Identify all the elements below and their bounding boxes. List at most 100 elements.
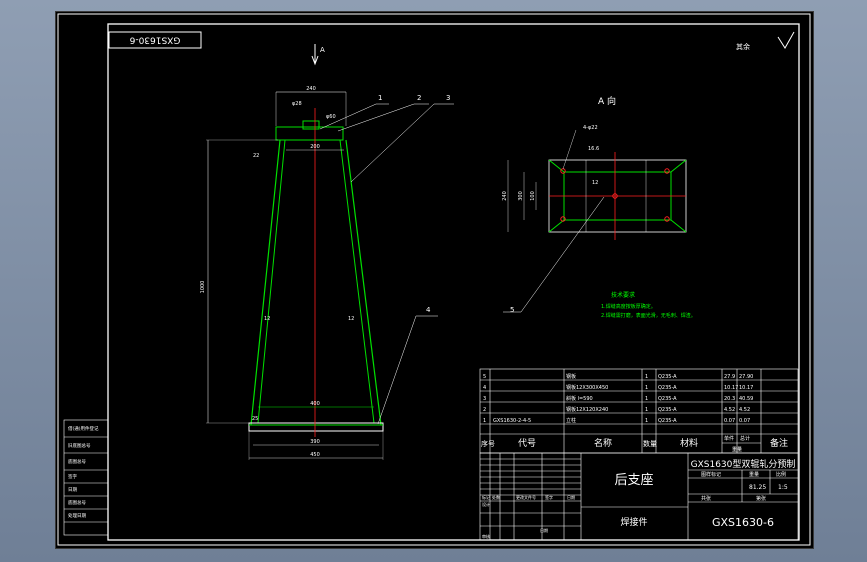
leg-outer-right <box>345 139 382 426</box>
dim-hole-dia: φ28 <box>292 101 302 107</box>
view-hole-4 <box>664 216 670 222</box>
dim-base-thk: 25 <box>252 416 258 422</box>
project-title: GXS1630型双辊轧分预制 <box>691 458 796 470</box>
view-arrow-label: A <box>320 46 325 54</box>
drawing-element <box>337 103 429 132</box>
drawing-element: 3 <box>483 396 486 402</box>
tech-notes-title: 技术要求 <box>611 291 635 299</box>
drawing-element <box>503 196 605 313</box>
drawing-element: 立柱 <box>566 417 576 424</box>
leader-2: 2 <box>417 94 421 102</box>
drawing-element: 签字 <box>68 473 77 480</box>
drawing-element: 斜板 l=590 <box>566 395 593 402</box>
view-arrow-icon <box>311 44 319 66</box>
drawing-element: 旧底图总号 <box>68 442 91 449</box>
drawing-element: 日期 <box>540 527 548 533</box>
drawing-element: 27.9 <box>724 374 735 380</box>
drawing-element: 1 <box>645 418 648 424</box>
parts-headers: 序号 代号 名称 数量 材料 单件 总计 重量 备注 <box>481 435 788 453</box>
leader-5: 5 <box>510 306 514 314</box>
drawing-element: 底图总号 <box>68 499 86 506</box>
drawing-element: 20.3 <box>724 396 735 402</box>
leg-inner-left <box>257 139 286 424</box>
view-title: A 向 <box>598 95 616 107</box>
part-type: 焊接件 <box>620 516 647 528</box>
drawing-element: 处理日期 <box>68 512 86 519</box>
dim-base-width: 450 <box>310 452 320 458</box>
dim-plate-thk: 22 <box>253 153 259 159</box>
drawing-element: 标记 <box>482 494 490 500</box>
parts-rows: 5 钢板 1 Q235-A 27.9 27.90 4 钢板12X300X450 … <box>483 373 753 424</box>
drawing-element: 1 <box>645 407 648 413</box>
dim-plate-inner: 200 <box>310 144 320 150</box>
dim-wall-right: 12 <box>348 316 354 322</box>
drawing-element: 4.52 <box>724 407 735 413</box>
leg-inner-right <box>339 139 375 424</box>
drawing-element: 钢板 <box>566 373 576 380</box>
drawing-number: GXS1630-6 <box>712 516 774 529</box>
drawing-element: 钢板12X120X240 <box>566 406 608 413</box>
weight-value: 81.25 <box>749 484 766 491</box>
drawing-element: 重量 <box>749 471 759 478</box>
drawing-element: 27.90 <box>739 374 753 380</box>
dim-wall-left: 12 <box>264 316 270 322</box>
drawing-element: 序号 <box>481 439 495 448</box>
scale-value: 1:5 <box>778 484 788 491</box>
dim-view-mid: 100 <box>530 191 536 201</box>
drawing-element: GXS1630-2-4-5 <box>493 418 531 424</box>
drawing-element: 4 <box>483 385 486 391</box>
drawing-element: 审核 <box>482 533 490 539</box>
tech-note-2: 2.焊缝需打磨，表面光滑，无毛刺、焊渣。 <box>601 312 696 319</box>
drawing-element: 数量 <box>643 439 657 448</box>
drawing-element: Q235-A <box>658 374 677 380</box>
drawing-element: Q235-A <box>658 418 677 424</box>
drawing-element <box>350 103 454 183</box>
dim-top-width: 240 <box>306 86 316 92</box>
dim-view-offset: 16.6 <box>588 146 599 152</box>
drawing-element: 单件 <box>724 435 734 442</box>
leader-1: 1 <box>378 94 382 102</box>
leader-3: 3 <box>446 94 450 102</box>
part-name: 后支座 <box>614 473 653 488</box>
cad-drawing: GXS1630-6 其余 A 240 φ28 φ60 200 22 1000 1… <box>57 13 811 546</box>
drawing-sheet: GXS1630-6 其余 A 240 φ28 φ60 200 22 1000 1… <box>55 11 814 549</box>
leg-outer-left <box>250 139 281 426</box>
drawing-element: 0.07 <box>739 418 750 424</box>
drawing-element: 1 <box>645 396 648 402</box>
drawing-element: 设计 <box>482 501 490 507</box>
view-hole-2 <box>664 168 670 174</box>
drawing-element: 4.52 <box>739 407 750 413</box>
drawing-element: 共张 <box>701 495 711 502</box>
dim-view-inner: 300 <box>518 191 524 201</box>
drawing-element: 借(通)用件登记 旧底图总号 底图总号 签字 日期 底图总号 处理日期 <box>68 425 99 519</box>
drawing-element <box>377 315 438 425</box>
drawing-element: 2 <box>483 407 486 413</box>
drawing-element: 总计 <box>740 435 750 442</box>
drawing-element: 借(通)用件登记 <box>68 425 99 432</box>
drawing-element: Q235-A <box>658 396 677 402</box>
drawing-element: 日期 <box>68 487 77 493</box>
drawing-element: 图样标记 <box>701 471 721 478</box>
drawing-element <box>562 129 577 170</box>
dim-view-small: 12 <box>592 180 598 186</box>
roughness-icon <box>777 31 795 49</box>
drawing-element: 签字 <box>545 494 553 500</box>
drawing-element: 10.17 <box>739 385 753 391</box>
roughness-text: 其余 <box>736 42 750 51</box>
drawing-element: 名称 <box>594 437 612 449</box>
dim-bottom-inner: 400 <box>310 401 320 407</box>
drawing-element: 1 <box>483 418 486 424</box>
base-plate <box>248 422 384 432</box>
drawing-element: 第张 <box>756 495 766 502</box>
drawing-element: 材料 <box>680 437 698 449</box>
drawing-element: 1 <box>645 374 648 380</box>
drawing-element: 日期 <box>567 494 575 500</box>
drawing-element: 备注 <box>770 437 788 449</box>
drawing-element: 重量 <box>732 446 742 453</box>
drawing-element: Q235-A <box>658 385 677 391</box>
dim-bottom-width: 390 <box>310 439 320 445</box>
tech-note-1: 1.焊缝高度按板厚确定。 <box>601 303 656 310</box>
drawing-element: 5 <box>483 374 486 380</box>
drawing-element: 钢板12X300X450 <box>566 384 608 391</box>
drawing-element: 10.17 <box>724 385 738 391</box>
